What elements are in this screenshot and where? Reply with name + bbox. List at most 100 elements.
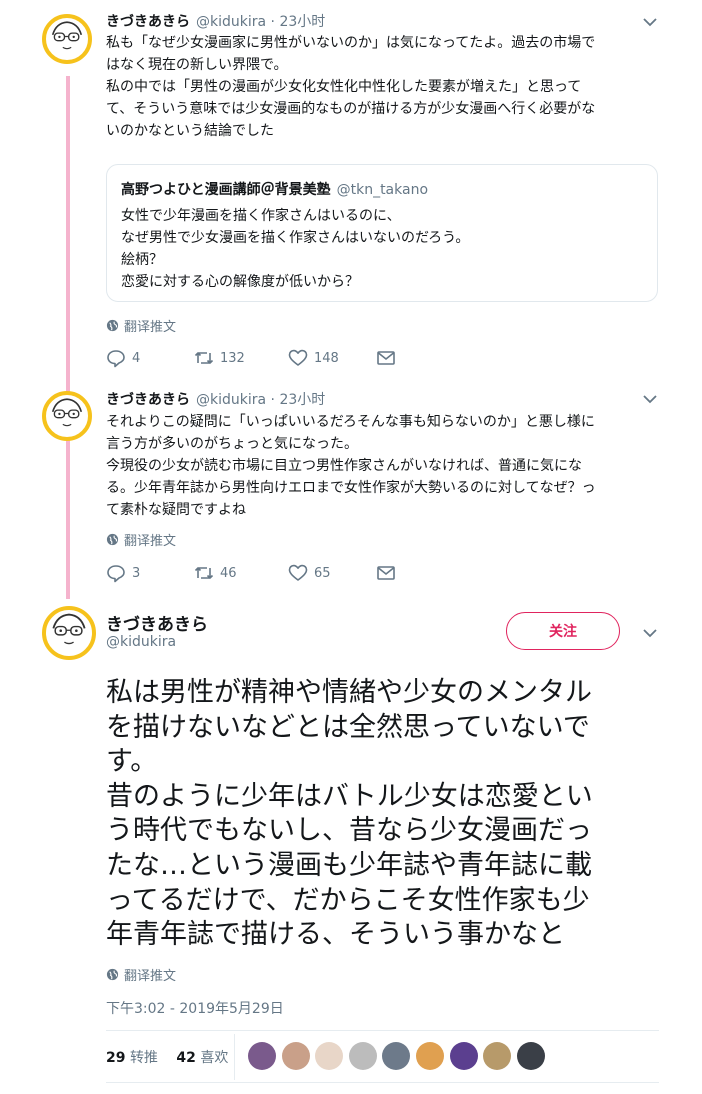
tweet-text-line: はなく現在の新しい界隈で。 — [106, 57, 288, 73]
liker-avatar[interactable] — [348, 1042, 377, 1070]
tweet-text-line: る。少年青年誌から男性向けエロまで女性作家が大勢いるのに対してなぜ？っ — [106, 480, 596, 496]
tweet-text: それよりこの疑問に「いっぱいいるだろそんな事も知らないのか」と悪し様に 言う方が… — [106, 411, 596, 521]
envelope-icon — [377, 351, 395, 365]
tweet-text-line: それよりこの疑問に「いっぱいいるだろそんな事も知らないのか」と悪し様に — [106, 414, 595, 430]
quoted-text-line: 絵柄？ — [121, 252, 163, 268]
main-text-line: を描けないなどとは全然思っていないで — [106, 711, 590, 743]
author-name[interactable]: きづきあきら — [106, 14, 190, 30]
stats-separator — [234, 1034, 235, 1080]
main-text-line: う時代でもないし、昔なら少女漫画だっ — [106, 815, 592, 847]
main-text-line: ってるだけで、だからこそ女性作家も少 — [106, 884, 590, 916]
quoted-author-handle: @tkn_takano — [336, 182, 429, 198]
likes-label: 喜欢 — [200, 1050, 229, 1066]
reply-count: 4 — [132, 350, 141, 366]
retweet-button[interactable]: 46 — [194, 563, 288, 583]
author-handle-time[interactable]: @kidukira · 23小时 — [196, 14, 325, 30]
thread-connector — [66, 76, 70, 599]
tweet-actions: 3 46 65 — [106, 563, 402, 583]
tweet-text-line: 私も「なぜ少女漫画家に男性がいないのか」は気になってたよ。過去の市場で — [106, 35, 596, 51]
quoted-author-name: 高野つよひと漫画講師＠背景美塾 — [121, 182, 331, 198]
avatar-face-icon — [51, 398, 83, 427]
quoted-tweet[interactable]: 高野つよひと漫画講師＠背景美塾 @tkn_takano 女性で少年漫画を描く作家さ… — [106, 164, 658, 302]
author-handle-time[interactable]: @kidukira · 23小时 — [196, 392, 325, 408]
like-button[interactable]: 65 — [288, 563, 376, 583]
like-icon — [288, 564, 308, 581]
translate-link[interactable]: 翻译推文 — [106, 316, 176, 335]
avatar[interactable] — [42, 14, 92, 64]
author-name[interactable]: きづきあきら — [106, 392, 190, 408]
tweet-text-line: 私の中では「男性の漫画が少女化女性化中性化した要素が増えた」と思って — [106, 79, 582, 95]
reply-icon — [107, 565, 125, 583]
translate-link[interactable]: 翻译推文 — [106, 965, 176, 984]
liker-avatar[interactable] — [248, 1042, 276, 1070]
liker-avatar[interactable] — [281, 1042, 310, 1070]
divider — [106, 1030, 659, 1031]
translate-label: 翻译推文 — [124, 320, 177, 335]
tweet-text: 私も「なぜ少女漫画家に男性がいないのか」は気になってたよ。過去の市場で はなく現… — [106, 32, 595, 142]
reply-button[interactable]: 4 — [106, 348, 194, 368]
globe-icon — [106, 968, 119, 981]
retweets-stat[interactable]: 29 转推 — [106, 1050, 158, 1066]
message-button[interactable] — [376, 563, 402, 583]
retweet-count: 46 — [220, 565, 237, 581]
likes-stat[interactable]: 42 喜欢 — [176, 1050, 228, 1066]
retweet-icon — [194, 352, 214, 364]
liker-avatar[interactable] — [315, 1042, 344, 1070]
envelope-icon — [377, 566, 395, 580]
translate-label: 翻译推文 — [124, 969, 177, 984]
liker-avatar[interactable] — [449, 1042, 478, 1070]
tweet-header: きづきあきら @kidukira · 23小时 — [106, 11, 325, 31]
main-text-line: す。 — [106, 746, 158, 778]
engagement-stats: 29 转推 42 喜欢 — [106, 1047, 228, 1067]
tweet-text-line: て素朴な疑問ですよね — [106, 502, 246, 518]
tweet-text-line: 言う方が多いのがちょっと気になった。 — [106, 436, 358, 452]
liker-avatar[interactable] — [382, 1042, 411, 1070]
retweet-icon — [194, 567, 214, 579]
main-text-line: たな…という漫画も少年誌や青年誌に載 — [106, 849, 592, 881]
quoted-text-line: 恋愛に対する心の解像度が低いから？ — [121, 274, 359, 290]
quoted-tweet-header: 高野つよひと漫画講師＠背景美塾 @tkn_takano — [121, 179, 428, 199]
avatar-face-icon — [52, 613, 86, 645]
tweet-actions: 4 132 148 — [106, 348, 402, 368]
avatar-face-icon — [51, 21, 83, 50]
like-count: 148 — [314, 350, 339, 366]
quoted-tweet-text: 女性で少年漫画を描く作家さんはいるのに、 なぜ男性で少女漫画を描く作家さんはいな… — [121, 205, 469, 293]
retweets-count: 29 — [106, 1050, 126, 1066]
main-text-line: 私は男性が精神や情緒や少女のメンタル — [106, 677, 592, 708]
retweets-label: 转推 — [129, 1050, 158, 1066]
tweet-text-line: て、そういう意味では少女漫画的なものが描ける方が少女漫画へ行く必要がな — [106, 101, 596, 117]
translate-label: 翻译推文 — [124, 534, 177, 549]
tweet-header: きづきあきら @kidukira · 23小时 — [106, 389, 325, 409]
avatar[interactable] — [42, 391, 92, 441]
caret-down-icon[interactable] — [640, 623, 660, 643]
reply-icon — [107, 350, 125, 368]
globe-icon — [106, 319, 119, 332]
like-count: 65 — [314, 565, 331, 581]
retweet-button[interactable]: 132 — [194, 348, 288, 368]
main-author-handle[interactable]: @kidukira — [106, 634, 176, 650]
tweet-timestamp[interactable]: 下午3:02 - 2019年5月29日 — [106, 998, 284, 1018]
liker-avatar[interactable] — [516, 1042, 545, 1070]
likes-count: 42 — [176, 1050, 196, 1066]
globe-icon — [106, 533, 119, 546]
caret-down-icon[interactable] — [640, 389, 660, 409]
liker-avatars — [248, 1042, 550, 1070]
liker-avatar[interactable] — [483, 1042, 512, 1070]
reply-count: 3 — [132, 565, 141, 581]
main-text-line: 昔のように少年はバトル少女は恋愛とい — [106, 780, 593, 812]
main-author-name[interactable]: きづきあきら — [106, 610, 208, 635]
quoted-text-line: 女性で少年漫画を描く作家さんはいるのに、 — [121, 208, 401, 224]
follow-button[interactable]: 关注 — [506, 612, 620, 650]
liker-avatar[interactable] — [415, 1042, 444, 1070]
retweet-count: 132 — [220, 350, 245, 366]
avatar[interactable] — [42, 606, 96, 660]
translate-link[interactable]: 翻译推文 — [106, 530, 176, 549]
main-tweet-text: 私は男性が精神や情緒や少女のメンタル を描けないなどとは全然思っていないで す。… — [106, 676, 666, 953]
caret-down-icon[interactable] — [640, 12, 660, 32]
tweet-text-line: 今現役の少女が読む市場に目立つ男性作家さんがいなければ、普通に気にな — [106, 458, 582, 474]
tweet-text-line: いのかなという結論でした — [106, 123, 274, 139]
like-button[interactable]: 148 — [288, 348, 376, 368]
reply-button[interactable]: 3 — [106, 563, 194, 583]
message-button[interactable] — [376, 348, 402, 368]
like-icon — [288, 349, 308, 366]
